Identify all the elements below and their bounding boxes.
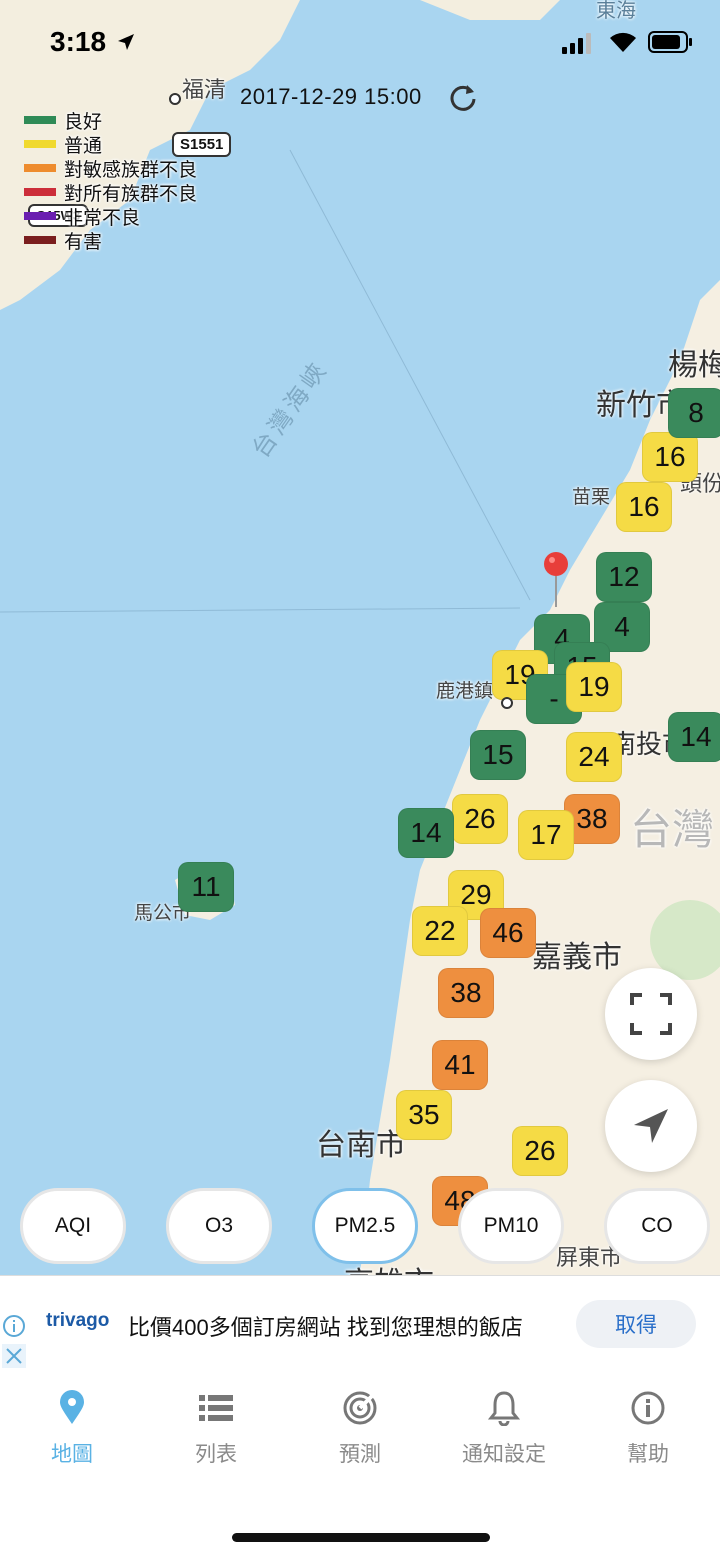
station-marker[interactable]: 11 (178, 862, 234, 912)
station-marker[interactable]: 22 (412, 906, 468, 956)
ad-get-button[interactable]: 取得 (576, 1300, 696, 1348)
station-marker[interactable]: 35 (396, 1090, 452, 1140)
map-pin-icon (60, 1390, 84, 1424)
station-marker[interactable]: 41 (432, 1040, 488, 1090)
tab-bar: 地圖 列表 預測 通知設定 幫助 (0, 1372, 720, 1482)
pollutant-selector: AQI O3 PM2.5 PM10 CO (0, 1188, 720, 1266)
map-label-miaoli: 苗栗 (572, 487, 611, 508)
tab-label: 預測 (339, 1443, 381, 1466)
tab-forecast[interactable]: 預測 (288, 1388, 432, 1468)
tab-label: 通知設定 (462, 1443, 546, 1466)
info-icon (631, 1391, 665, 1425)
legend-label: 對所有族群不良 (64, 183, 198, 205)
station-marker[interactable]: 12 (596, 552, 652, 602)
tab-label: 幫助 (627, 1443, 669, 1466)
ad-close-icon[interactable] (2, 1344, 26, 1368)
station-marker[interactable]: 26 (512, 1126, 568, 1176)
tab-notifications[interactable]: 通知設定 (432, 1388, 576, 1468)
locate-me-button[interactable] (605, 1080, 697, 1172)
status-indicators (562, 31, 692, 56)
station-marker[interactable]: 8 (668, 388, 720, 438)
tab-label: 列表 (195, 1443, 237, 1466)
legend-item: 普通 (24, 132, 197, 157)
legend-label: 非常不良 (64, 207, 141, 229)
status-time: 3:18 (50, 26, 107, 57)
legend-swatch (24, 164, 56, 172)
wifi-icon (610, 32, 636, 52)
station-marker[interactable]: 17 (518, 810, 574, 860)
city-dot-icon (501, 697, 513, 709)
station-marker[interactable]: 16 (616, 482, 672, 532)
list-icon (199, 1395, 233, 1421)
legend-label: 普通 (64, 135, 103, 157)
navigation-arrow-icon (634, 1109, 668, 1143)
pollutant-button-pm25[interactable]: PM2.5 (312, 1188, 418, 1264)
fullscreen-button[interactable] (605, 968, 697, 1060)
ad-banner[interactable]: trivago 比價400多個訂房網站 找到您理想的飯店 取得 (0, 1275, 720, 1373)
pollutant-button-co[interactable]: CO (604, 1188, 710, 1264)
map-view[interactable]: 東海 福清 S1551 G15W3 台灣海峽 楊梅 新竹市 頭份 苗栗 鹿港鎮 … (0, 0, 720, 1275)
legend-swatch (24, 140, 56, 148)
station-marker[interactable]: 46 (480, 908, 536, 958)
legend-label: 有害 (64, 231, 103, 253)
station-marker[interactable]: 16 (642, 432, 698, 482)
map-label-yangmei: 楊梅 (668, 349, 720, 382)
ad-text: 比價400多個訂房網站 找到您理想的飯店 (128, 1315, 523, 1340)
legend-label: 對敏感族群不良 (64, 159, 198, 181)
legend-item: 有害 (24, 228, 197, 253)
ad-logo: trivago (46, 1310, 110, 1331)
station-marker[interactable]: 14 (668, 712, 720, 762)
pollutant-button-aqi[interactable]: AQI (20, 1188, 126, 1264)
station-marker[interactable]: 14 (398, 808, 454, 858)
legend-swatch (24, 236, 56, 244)
legend-label: 良好 (64, 111, 103, 133)
location-pin-icon[interactable] (541, 551, 571, 609)
station-marker[interactable]: 19 (566, 662, 622, 712)
data-timestamp: 2017-12-29 15:00 (240, 84, 422, 109)
cellular-signal-icon (562, 32, 598, 54)
aqi-legend: 良好 普通 對敏感族群不良 對所有族群不良 非常不良 有害 (24, 108, 198, 253)
legend-item: 良好 (24, 108, 197, 133)
station-marker[interactable]: 24 (566, 732, 622, 782)
tab-map[interactable]: 地圖 (0, 1388, 144, 1468)
legend-item: 對所有族群不良 (24, 180, 198, 205)
battery-icon (648, 31, 692, 53)
legend-swatch (24, 116, 56, 124)
station-marker[interactable]: 15 (470, 730, 526, 780)
location-services-icon (118, 34, 134, 50)
station-marker[interactable]: 38 (438, 968, 494, 1018)
legend-item: 對敏感族群不良 (24, 156, 198, 181)
fullscreen-icon (630, 993, 672, 1035)
map-label-tainan: 台南市 (316, 1129, 406, 1162)
refresh-icon[interactable] (448, 82, 478, 112)
station-marker[interactable]: 26 (452, 794, 508, 844)
legend-swatch (24, 212, 56, 220)
home-indicator (232, 1533, 490, 1542)
tab-label: 地圖 (51, 1443, 93, 1466)
tab-help[interactable]: 幫助 (576, 1388, 720, 1468)
pollutant-button-pm10[interactable]: PM10 (458, 1188, 564, 1264)
map-label-taiwan: 台灣 (630, 806, 715, 853)
map-label-lukang: 鹿港鎮 (436, 681, 494, 702)
status-bar: 3:18 (0, 0, 720, 88)
legend-item: 非常不良 (24, 204, 197, 229)
tab-list[interactable]: 列表 (144, 1388, 288, 1468)
legend-swatch (24, 188, 56, 196)
pollutant-button-o3[interactable]: O3 (166, 1188, 272, 1264)
ad-info-icon[interactable] (2, 1314, 26, 1338)
city-dot-icon (169, 93, 181, 105)
map-label-chiayi: 嘉義市 (532, 941, 622, 974)
forecast-radar-icon (343, 1391, 377, 1425)
bell-icon (488, 1391, 520, 1426)
